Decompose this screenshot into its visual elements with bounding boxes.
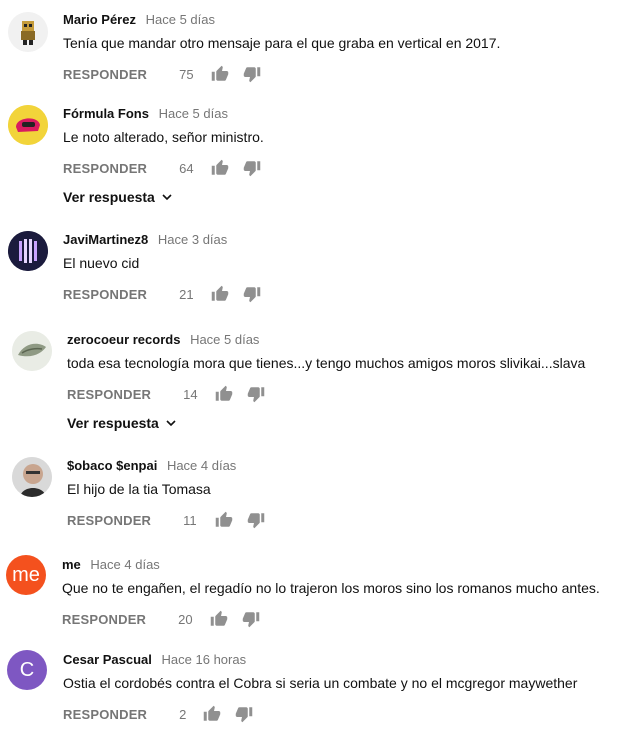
reply-button[interactable]: RESPONDER bbox=[63, 161, 147, 176]
comment-author[interactable]: me bbox=[62, 557, 81, 572]
comment-time[interactable]: Hace 16 horas bbox=[162, 652, 247, 667]
thumbs-down-icon[interactable] bbox=[243, 285, 261, 303]
robot-avatar-icon bbox=[8, 12, 48, 52]
comment-time[interactable]: Hace 5 días bbox=[190, 332, 259, 347]
like-count: 11 bbox=[183, 512, 197, 528]
thumbs-down-icon[interactable] bbox=[243, 159, 261, 177]
thumbs-down-icon[interactable] bbox=[235, 705, 253, 723]
view-replies-button[interactable]: Ver respuesta bbox=[63, 189, 173, 205]
comment-time[interactable]: Hace 5 días bbox=[146, 12, 215, 27]
comment-author[interactable]: zerocoeur records bbox=[67, 332, 180, 347]
thumbs-up-icon[interactable] bbox=[215, 385, 233, 403]
comment-time[interactable]: Hace 5 días bbox=[159, 106, 228, 121]
comment-author[interactable]: Cesar Pascual bbox=[63, 652, 152, 667]
comment-text: Ostia el cordobés contra el Cobra si ser… bbox=[63, 675, 578, 691]
comment-time[interactable]: Hace 4 días bbox=[90, 557, 159, 572]
like-count: 14 bbox=[183, 386, 198, 402]
comment-text: toda esa tecnología mora que tienes...y … bbox=[67, 355, 586, 371]
avatar[interactable] bbox=[8, 105, 48, 145]
reply-button[interactable]: RESPONDER bbox=[67, 387, 151, 402]
bird-avatar-icon bbox=[12, 331, 52, 371]
comment-author[interactable]: JaviMartinez8 bbox=[63, 232, 148, 247]
comment-text: El hijo de la tia Tomasa bbox=[67, 481, 211, 497]
pattern-avatar-icon bbox=[8, 231, 48, 271]
comment-text: Le noto alterado, señor ministro. bbox=[63, 129, 264, 145]
avatar-letter: C bbox=[19, 658, 35, 681]
reply-button[interactable]: RESPONDER bbox=[63, 67, 147, 82]
reply-button[interactable]: RESPONDER bbox=[62, 612, 146, 627]
like-count: 2 bbox=[179, 706, 187, 722]
person-avatar-icon bbox=[12, 457, 52, 497]
view-replies-label: Ver respuesta bbox=[67, 415, 159, 431]
thumbs-up-icon[interactable] bbox=[215, 511, 233, 529]
avatar[interactable] bbox=[12, 457, 52, 497]
comment-time[interactable]: Hace 3 días bbox=[158, 232, 227, 247]
view-replies-button[interactable]: Ver respuesta bbox=[67, 415, 177, 431]
avatar-letter: me bbox=[12, 563, 40, 586]
reply-button[interactable]: RESPONDER bbox=[63, 707, 147, 722]
comment-text: El nuevo cid bbox=[63, 255, 140, 271]
like-count: 21 bbox=[179, 286, 194, 302]
thumbs-down-icon[interactable] bbox=[242, 610, 260, 628]
chevron-down-icon bbox=[165, 417, 177, 429]
comment-author[interactable]: $obaco $enpai bbox=[67, 458, 157, 473]
comment-text: Que no te engañen, el regadío no lo traj… bbox=[62, 580, 600, 596]
thumbs-up-icon[interactable] bbox=[211, 159, 229, 177]
thumbs-up-icon[interactable] bbox=[203, 705, 221, 723]
thumbs-up-icon[interactable] bbox=[211, 65, 229, 83]
thumbs-up-icon[interactable] bbox=[211, 285, 229, 303]
thumbs-up-icon[interactable] bbox=[210, 610, 228, 628]
like-count: 64 bbox=[179, 160, 194, 176]
view-replies-label: Ver respuesta bbox=[63, 189, 155, 205]
like-count: 20 bbox=[178, 611, 193, 627]
avatar[interactable] bbox=[8, 12, 48, 52]
comment-author[interactable]: Fórmula Fons bbox=[63, 106, 149, 121]
reply-button[interactable]: RESPONDER bbox=[67, 513, 151, 528]
avatar[interactable] bbox=[8, 231, 48, 271]
thumbs-down-icon[interactable] bbox=[243, 65, 261, 83]
thumbs-down-icon[interactable] bbox=[247, 511, 265, 529]
like-count: 75 bbox=[179, 66, 194, 82]
thumbs-down-icon[interactable] bbox=[247, 385, 265, 403]
comment-author[interactable]: Mario Pérez bbox=[63, 12, 136, 27]
helmet-avatar-icon bbox=[8, 105, 48, 145]
avatar[interactable]: me bbox=[6, 555, 46, 595]
comment-text: Tenía que mandar otro mensaje para el qu… bbox=[63, 35, 501, 51]
avatar[interactable]: C bbox=[7, 650, 47, 690]
chevron-down-icon bbox=[161, 191, 173, 203]
avatar[interactable] bbox=[12, 331, 52, 371]
reply-button[interactable]: RESPONDER bbox=[63, 287, 147, 302]
comment-time[interactable]: Hace 4 días bbox=[167, 458, 236, 473]
